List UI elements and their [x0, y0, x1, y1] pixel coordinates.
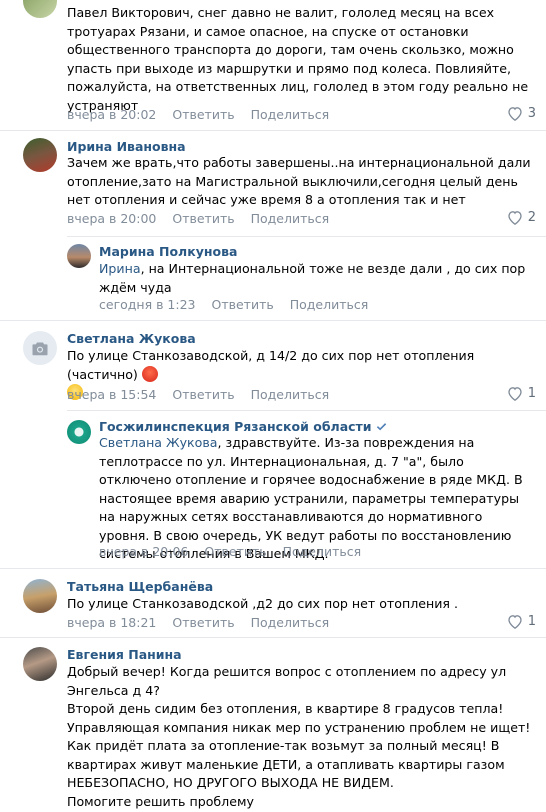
comment-time[interactable]: вчера в 15:54: [67, 387, 156, 402]
avatar[interactable]: [23, 0, 57, 18]
share-link[interactable]: Поделиться: [290, 297, 369, 312]
comment-item: Павел Викторович, снег давно не валит, г…: [0, 0, 546, 130]
comment-meta: сегодня в 1:23 Ответить Поделиться: [99, 297, 380, 312]
like-count: 2: [527, 210, 536, 225]
comment-text: По улице Станкозаводской ,д2 до сих пор …: [67, 596, 458, 611]
like-button[interactable]: 1: [507, 614, 536, 629]
heart-icon: [508, 615, 522, 629]
like-button[interactable]: 2: [507, 210, 536, 225]
angry-emoji-icon: [141, 365, 158, 382]
comment-author[interactable]: Ирина Ивановна: [67, 139, 186, 154]
share-link[interactable]: Поделиться: [251, 211, 330, 226]
divider: [0, 568, 546, 569]
reply-link[interactable]: Ответить: [172, 107, 234, 122]
comment-time[interactable]: сегодня в 1:23: [99, 297, 196, 312]
mention-link[interactable]: Светлана Жукова: [99, 435, 218, 450]
divider: [0, 637, 546, 638]
comment-time[interactable]: вчера в 20:06: [99, 544, 188, 559]
comment-time[interactable]: вчера в 18:21: [67, 615, 156, 630]
comment-text: Добрый вечер! Когда решится вопрос с ото…: [67, 664, 531, 809]
heart-icon: [508, 107, 522, 121]
comment-meta: вчера в 20:02 Ответить Поделиться: [67, 107, 341, 122]
comment-author[interactable]: Татьяна Щербанёва: [67, 579, 213, 594]
comment-meta: вчера в 15:54 Ответить Поделиться: [67, 387, 341, 402]
comments-feed: Павел Викторович, снег давно не валит, г…: [0, 0, 546, 812]
avatar[interactable]: [23, 331, 57, 365]
comment-time[interactable]: вчера в 20:02: [67, 107, 156, 122]
reply-link[interactable]: Ответить: [172, 211, 234, 226]
comment-author[interactable]: Госжилинспекция Рязанской области: [99, 419, 387, 434]
avatar[interactable]: [23, 647, 57, 681]
comment-meta: вчера в 20:06 Ответить Поделиться: [99, 544, 373, 559]
reply-link[interactable]: Ответить: [204, 544, 266, 559]
divider: [0, 320, 546, 321]
mention-link[interactable]: Ирина: [99, 261, 141, 276]
share-link[interactable]: Поделиться: [251, 107, 330, 122]
comment-author[interactable]: Светлана Жукова: [67, 331, 196, 346]
comment-text: Павел Викторович, снег давно не валит, г…: [67, 5, 533, 113]
comment-text: Зачем же врать,что работы завершены..на …: [67, 155, 531, 207]
verified-check-icon: [376, 423, 386, 431]
share-link[interactable]: Поделиться: [251, 387, 330, 402]
like-count: 1: [527, 614, 536, 629]
comment-author[interactable]: Марина Полкунова: [99, 244, 237, 259]
share-link[interactable]: Поделиться: [251, 615, 330, 630]
like-count: 3: [527, 106, 536, 121]
comment-author[interactable]: Евгения Панина: [67, 647, 182, 662]
reply-link[interactable]: Ответить: [211, 297, 273, 312]
like-button[interactable]: 3: [507, 106, 536, 121]
like-button[interactable]: 1: [507, 386, 536, 401]
avatar[interactable]: [23, 138, 57, 172]
divider: [67, 410, 546, 411]
avatar[interactable]: [67, 244, 91, 268]
avatar[interactable]: [67, 420, 91, 444]
comment-time[interactable]: вчера в 20:00: [67, 211, 156, 226]
heart-icon: [508, 387, 522, 401]
like-count: 1: [527, 386, 536, 401]
camera-icon: [32, 342, 48, 355]
reply-link[interactable]: Ответить: [172, 387, 234, 402]
comment-meta: вчера в 18:21 Ответить Поделиться: [67, 615, 341, 630]
divider: [0, 130, 546, 131]
comment-text: Ирина, на Интернациональной тоже не везд…: [99, 261, 526, 295]
comment-meta: вчера в 20:00 Ответить Поделиться: [67, 211, 341, 226]
share-link[interactable]: Поделиться: [283, 544, 362, 559]
avatar[interactable]: [23, 579, 57, 613]
reply-link[interactable]: Ответить: [172, 615, 234, 630]
heart-icon: [508, 211, 522, 225]
divider: [67, 236, 546, 237]
